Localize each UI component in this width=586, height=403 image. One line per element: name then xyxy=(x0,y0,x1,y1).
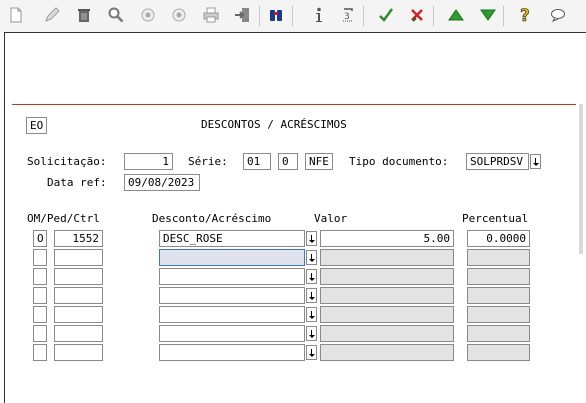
ped-cell[interactable] xyxy=(54,306,103,323)
toolbar: 3 ? xyxy=(0,0,586,32)
header-divider xyxy=(12,104,576,105)
desconto-dropdown-icon[interactable] xyxy=(306,345,317,360)
ped-cell[interactable] xyxy=(54,325,103,342)
valor-cell[interactable] xyxy=(320,306,454,323)
svg-text:?: ? xyxy=(520,6,530,24)
valor-cell[interactable] xyxy=(320,344,454,361)
info-icon[interactable] xyxy=(309,5,329,25)
scrollbar[interactable] xyxy=(579,104,583,254)
circle-next-icon[interactable] xyxy=(169,5,189,25)
om-cell[interactable] xyxy=(33,249,47,266)
desconto-cell[interactable] xyxy=(159,306,305,323)
ped-cell[interactable] xyxy=(54,287,103,304)
desconto-cell[interactable] xyxy=(159,249,305,266)
desconto-cell[interactable] xyxy=(159,344,305,361)
serie-field-1[interactable]: 01 xyxy=(243,153,271,170)
valor-cell[interactable]: 5.00 xyxy=(320,230,454,247)
om-cell[interactable]: O xyxy=(33,230,47,247)
screen-code-field: EO xyxy=(26,117,47,134)
valor-cell[interactable] xyxy=(320,268,454,285)
om-cell[interactable] xyxy=(33,306,47,323)
percentual-cell[interactable] xyxy=(467,287,530,304)
om-cell[interactable] xyxy=(33,268,47,285)
ped-cell[interactable] xyxy=(54,249,103,266)
print-icon[interactable] xyxy=(201,5,221,25)
data-ref-label: Data ref: xyxy=(47,176,107,189)
desconto-dropdown-icon[interactable] xyxy=(306,231,317,246)
ped-cell[interactable] xyxy=(54,268,103,285)
desconto-cell[interactable] xyxy=(159,268,305,285)
trash-icon[interactable] xyxy=(74,5,94,25)
sum-icon[interactable]: 3 xyxy=(338,5,358,25)
col-header-valor: Valor xyxy=(314,212,348,225)
col-header-om-ped-ctrl: OM/Ped/Ctrl xyxy=(27,212,100,225)
edit-icon[interactable] xyxy=(42,5,62,25)
percentual-cell[interactable] xyxy=(467,268,530,285)
tipo-documento-dropdown-icon[interactable] xyxy=(530,154,541,169)
cancel-x-icon[interactable] xyxy=(407,5,427,25)
percentual-cell[interactable] xyxy=(467,325,530,342)
ped-cell[interactable] xyxy=(54,344,103,361)
valor-cell[interactable] xyxy=(320,325,454,342)
percentual-cell[interactable] xyxy=(467,249,530,266)
solicitacao-label: Solicitação: xyxy=(27,155,107,168)
valor-cell[interactable] xyxy=(320,249,454,266)
arrow-up-icon[interactable] xyxy=(446,5,466,25)
percentual-cell[interactable] xyxy=(467,344,530,361)
ped-cell[interactable]: 1552 xyxy=(54,230,103,247)
comment-icon[interactable] xyxy=(548,5,568,25)
tipo-documento-label: Tipo documento: xyxy=(349,155,449,168)
om-cell[interactable] xyxy=(33,325,47,342)
binoculars-icon[interactable] xyxy=(266,5,286,25)
percentual-cell[interactable]: 0.0000 xyxy=(467,230,530,247)
col-header-percentual: Percentual xyxy=(462,212,529,225)
desconto-cell[interactable] xyxy=(159,287,305,304)
desconto-dropdown-icon[interactable] xyxy=(306,250,317,265)
confirm-check-icon[interactable] xyxy=(376,5,396,25)
valor-cell[interactable] xyxy=(320,287,454,304)
desconto-dropdown-icon[interactable] xyxy=(306,288,317,303)
om-cell[interactable] xyxy=(33,287,47,304)
percentual-cell[interactable] xyxy=(467,306,530,323)
serie-label: Série: xyxy=(188,155,228,168)
new-icon[interactable] xyxy=(6,5,26,25)
om-cell[interactable] xyxy=(33,344,47,361)
serie-field-2[interactable]: 0 xyxy=(278,153,298,170)
svg-text:3: 3 xyxy=(344,12,350,22)
page-title: DESCONTOS / ACRÉSCIMOS xyxy=(201,118,347,131)
arrow-down-icon[interactable] xyxy=(478,5,498,25)
exit-icon[interactable] xyxy=(232,5,252,25)
desconto-cell[interactable]: DESC_ROSE xyxy=(159,230,305,247)
desconto-dropdown-icon[interactable] xyxy=(306,307,317,322)
desconto-cell[interactable] xyxy=(159,325,305,342)
help-icon[interactable]: ? xyxy=(516,5,536,25)
tipo-documento-field[interactable]: SOLPRDSV xyxy=(466,153,529,170)
circle-prev-icon[interactable] xyxy=(138,5,158,25)
desconto-dropdown-icon[interactable] xyxy=(306,326,317,341)
col-header-desconto: Desconto/Acréscimo xyxy=(152,212,272,225)
data-ref-field[interactable]: 09/08/2023 xyxy=(124,174,200,191)
solicitacao-field[interactable]: 1 xyxy=(124,153,173,170)
serie-field-3[interactable]: NFE xyxy=(305,153,333,170)
search-icon[interactable] xyxy=(106,5,126,25)
desconto-dropdown-icon[interactable] xyxy=(306,269,317,284)
